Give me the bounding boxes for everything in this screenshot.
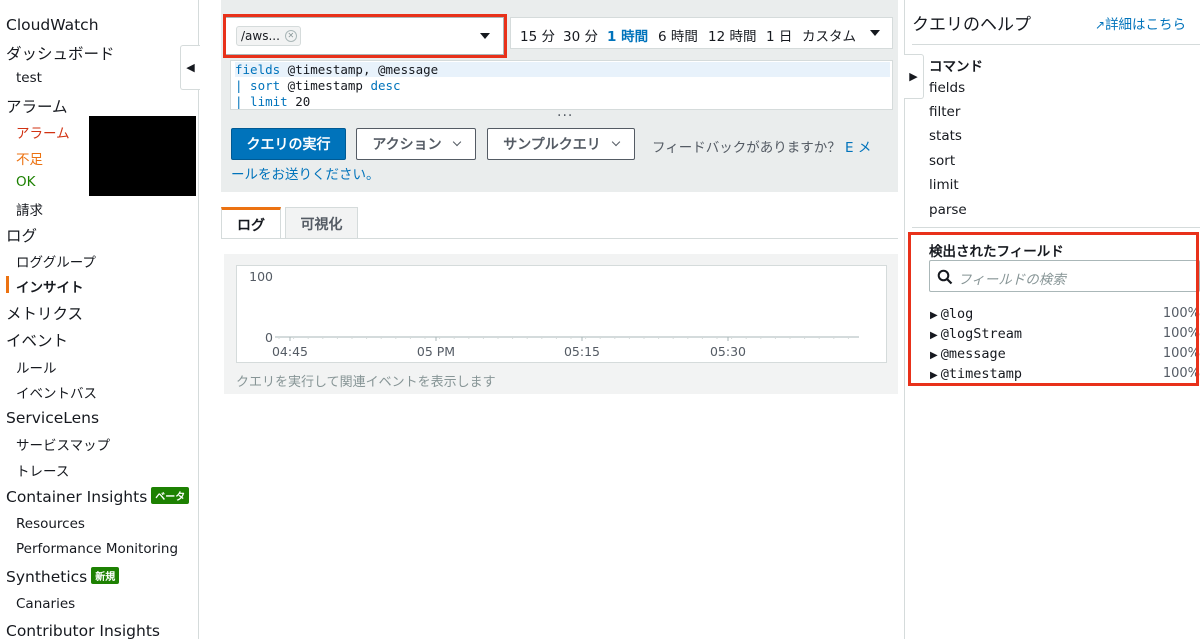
sidebar-item-alarm-state[interactable]: アラーム xyxy=(16,122,70,142)
sidebar-item-events[interactable]: イベント xyxy=(6,329,68,351)
x-tick-label: 05:15 xyxy=(564,344,600,359)
sidebar-item-canaries[interactable]: Canaries xyxy=(16,596,75,612)
sidebar-item-ok[interactable]: OK xyxy=(16,174,35,190)
sidebar-item-event-buses[interactable]: イベントバス xyxy=(16,382,97,402)
sample-queries-button[interactable]: サンプルクエリ xyxy=(487,128,635,160)
time-range-1h[interactable]: 1 時間 xyxy=(607,25,648,45)
time-range-selector: 15 分 30 分 1 時間 6 時間 12 時間 1 日 カスタム xyxy=(510,17,893,49)
query-line-1: fields @timestamp, @message xyxy=(235,62,890,77)
sidebar-item-traces[interactable]: トレース xyxy=(16,460,69,480)
histogram-chart: 100 0 04:45 05 PM 05:15 05:30 xyxy=(236,265,887,363)
redaction-block xyxy=(89,116,196,196)
sidebar-item-rules[interactable]: ルール xyxy=(16,357,57,377)
sidebar-item-dashboards[interactable]: ダッシュボード xyxy=(6,42,115,64)
sidebar-item-label: Container Insights xyxy=(6,488,148,506)
time-range-1d[interactable]: 1 日 xyxy=(766,25,792,45)
x-tick-label: 04:45 xyxy=(272,344,308,359)
log-group-highlight-box xyxy=(223,14,507,58)
sidebar: CloudWatch ダッシュボード test アラーム アラーム 不足 OK … xyxy=(0,0,199,639)
commands-header: コマンド xyxy=(929,59,983,75)
sidebar-item-container-insights[interactable]: Container Insights ベータ xyxy=(6,487,190,506)
time-range-6h[interactable]: 6 時間 xyxy=(658,25,698,45)
time-range-15m[interactable]: 15 分 xyxy=(520,25,555,45)
command-parse[interactable]: parse xyxy=(929,202,967,218)
chart-hint-text: クエリを実行して関連イベントを表示します xyxy=(236,375,496,390)
sidebar-item-insufficient[interactable]: 不足 xyxy=(16,148,43,168)
help-divider xyxy=(912,44,1200,45)
external-link-icon: ↗ xyxy=(1095,18,1106,32)
feedback-text: フィードバックがありますか？ E メ xyxy=(652,140,872,156)
sidebar-item-contributor-insights[interactable]: Contributor Insights xyxy=(6,622,160,639)
chevron-down-icon xyxy=(611,137,621,147)
sidebar-item-dashboard-test[interactable]: test xyxy=(16,70,42,86)
sidebar-item-cloudwatch[interactable]: CloudWatch xyxy=(6,16,99,34)
help-title: クエリのヘルプ xyxy=(912,15,1031,35)
sidebar-item-performance-monitoring[interactable]: Performance Monitoring xyxy=(16,541,178,557)
feedback-email-link-cont[interactable]: ールをお送りください。 xyxy=(231,167,380,183)
sidebar-item-alarms[interactable]: アラーム xyxy=(6,95,68,117)
y-tick-label: 100 xyxy=(249,269,273,284)
sidebar-item-log-groups[interactable]: ロググループ xyxy=(16,251,96,271)
histogram-svg: 100 004:45 05 PM 05:15 05:30 xyxy=(249,269,859,359)
caret-right-icon: ▶ xyxy=(909,70,918,83)
collapse-help-button[interactable]: ▶ xyxy=(904,54,924,99)
active-indicator xyxy=(6,276,9,293)
actions-button-label: アクション xyxy=(372,137,442,153)
command-limit[interactable]: limit xyxy=(929,177,959,193)
sidebar-item-servicelens[interactable]: ServiceLens xyxy=(6,409,99,427)
query-line-2: | sort @timestamp desc xyxy=(235,78,401,93)
editor-resize-handle[interactable]: ··· xyxy=(557,108,573,124)
command-sort[interactable]: sort xyxy=(929,153,955,169)
feedback-text-cont: ールをお送りください。 xyxy=(231,163,380,183)
y-tick-label: 0 xyxy=(265,330,273,345)
run-query-button[interactable]: クエリの実行 xyxy=(231,128,346,160)
feedback-email-link[interactable]: E メ xyxy=(845,140,871,156)
collapse-sidebar-button[interactable]: ◀ xyxy=(180,45,200,90)
custom-caret-icon[interactable] xyxy=(870,30,880,36)
tab-logs[interactable]: ログ xyxy=(221,207,281,239)
sidebar-item-synthetics[interactable]: Synthetics 新規 xyxy=(6,567,120,586)
command-stats[interactable]: stats xyxy=(929,128,962,144)
x-tick-label: 05:30 xyxy=(710,344,746,359)
caret-left-icon: ◀ xyxy=(186,61,195,74)
help-divider-2 xyxy=(912,227,1200,228)
learn-more-link[interactable]: ↗詳細はこちら xyxy=(1095,13,1186,33)
fields-highlight-box xyxy=(908,232,1199,386)
beta-badge: ベータ xyxy=(151,487,190,504)
sidebar-item-resources[interactable]: Resources xyxy=(16,516,85,532)
sidebar-item-service-map[interactable]: サービスマップ xyxy=(16,434,110,454)
time-range-custom[interactable]: カスタム xyxy=(802,25,856,45)
sidebar-item-metrics[interactable]: メトリクス xyxy=(6,302,83,324)
tab-visualization[interactable]: 可視化 xyxy=(285,207,358,239)
actions-button[interactable]: アクション xyxy=(356,128,476,160)
sample-queries-label: サンプルクエリ xyxy=(503,137,601,153)
chevron-down-icon xyxy=(452,137,461,147)
time-range-12h[interactable]: 12 時間 xyxy=(708,25,756,45)
tab-divider xyxy=(221,238,898,239)
new-badge: 新規 xyxy=(91,567,120,584)
time-range-30m[interactable]: 30 分 xyxy=(563,25,598,45)
command-fields[interactable]: fields xyxy=(929,80,965,96)
sidebar-item-label: Synthetics xyxy=(6,568,88,586)
sidebar-item-logs[interactable]: ログ xyxy=(6,224,37,246)
query-line-3: | limit 20 xyxy=(235,94,311,109)
query-editor[interactable]: fields @timestamp, @message | sort @time… xyxy=(230,60,893,110)
sidebar-item-insights[interactable]: インサイト xyxy=(16,276,84,296)
command-filter[interactable]: filter xyxy=(929,104,960,120)
x-tick-label: 05 PM xyxy=(417,344,455,359)
sidebar-item-billing[interactable]: 請求 xyxy=(16,199,43,219)
